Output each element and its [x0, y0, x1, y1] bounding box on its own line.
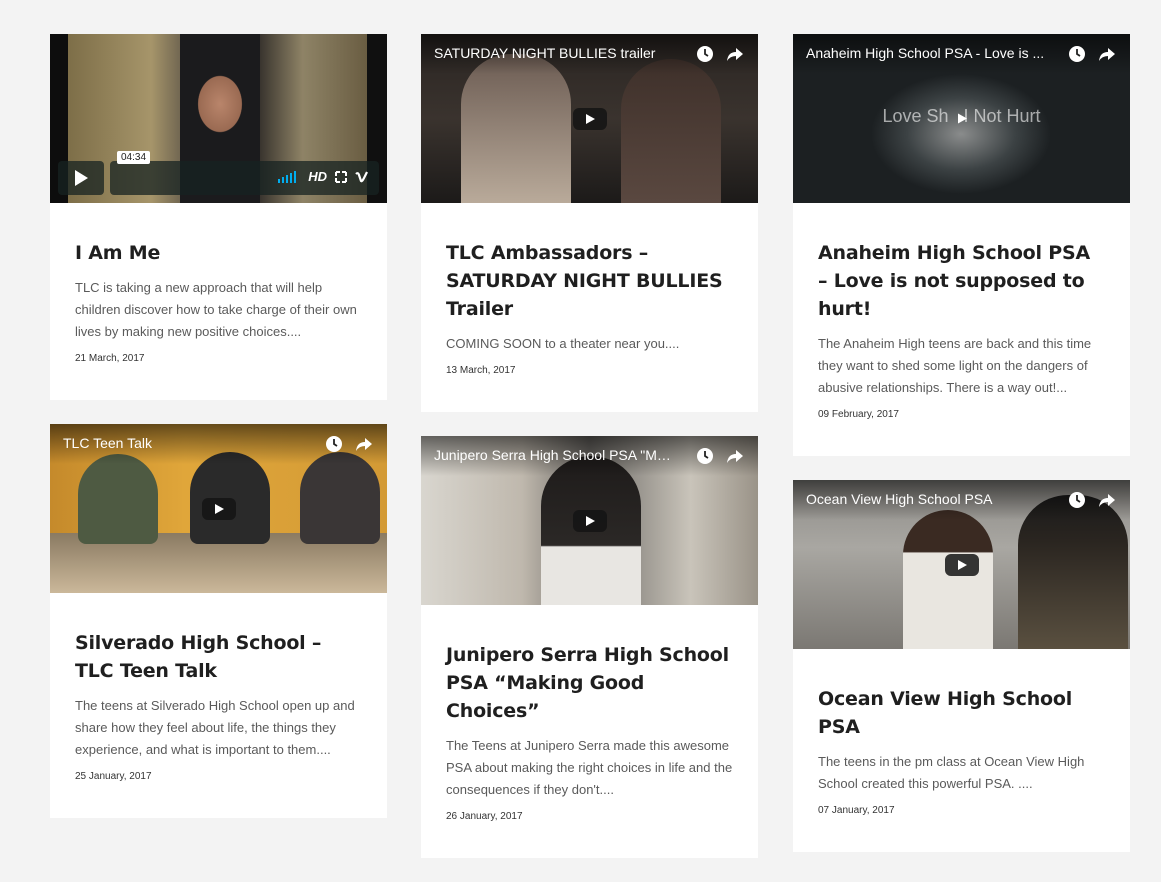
grid-column: HD 04:34 I Am Me TLC is taking a new app… [50, 34, 387, 842]
play-button[interactable] [957, 109, 967, 128]
post-excerpt: The teens at Silverado High School open … [75, 698, 355, 757]
post-body: Ocean View High School PSA The teens in … [793, 649, 1130, 852]
clock-icon[interactable] [325, 435, 343, 453]
youtube-video-player[interactable]: Love Sh I Not Hurt Anaheim High School P… [793, 34, 1130, 203]
post-excerpt: TLC is taking a new approach that will h… [75, 280, 357, 339]
clock-icon[interactable] [696, 45, 714, 63]
post-card: Junipero Serra High School PSA "Ma... Ju… [421, 436, 758, 858]
post-date: 09 February, 2017 [818, 409, 899, 420]
post-date: 07 January, 2017 [818, 805, 895, 816]
post-body: Anaheim High School PSA – Love is not su… [793, 203, 1130, 456]
video-thumbnail [461, 54, 571, 203]
video-thumbnail [903, 510, 993, 649]
share-icon[interactable] [726, 45, 744, 63]
post-title[interactable]: Anaheim High School PSA – Love is not su… [818, 239, 1105, 323]
volume-icon[interactable] [278, 170, 300, 183]
play-icon [585, 113, 595, 124]
post-excerpt: The Anaheim High teens are back and this… [818, 336, 1092, 395]
clock-icon[interactable] [1068, 491, 1086, 509]
play-button[interactable] [572, 509, 607, 532]
post-body: Junipero Serra High School PSA “Making G… [421, 605, 758, 858]
play-icon [585, 515, 595, 526]
vimeo-logo-icon[interactable] [355, 171, 369, 183]
video-thumbnail [78, 454, 158, 544]
clock-icon[interactable] [1068, 45, 1086, 63]
play-icon [75, 170, 88, 186]
post-card: SATURDAY NIGHT BULLIES trailer TLC Ambas… [421, 34, 758, 412]
post-excerpt: The teens in the pm class at Ocean View … [818, 754, 1085, 791]
post-title[interactable]: TLC Ambassadors – SATURDAY NIGHT BULLIES… [446, 239, 733, 323]
video-title[interactable]: Anaheim High School PSA - Love is ... [806, 45, 1046, 61]
video-title[interactable]: Junipero Serra High School PSA "Ma... [434, 447, 674, 463]
play-button[interactable] [944, 553, 979, 576]
video-title[interactable]: SATURDAY NIGHT BULLIES trailer [434, 45, 674, 61]
post-card: HD 04:34 I Am Me TLC is taking a new app… [50, 34, 387, 400]
post-body: I Am Me TLC is taking a new approach tha… [50, 203, 387, 400]
share-icon[interactable] [355, 435, 373, 453]
post-title[interactable]: I Am Me [75, 239, 362, 267]
grid-column: Love Sh I Not Hurt Anaheim High School P… [793, 34, 1130, 876]
video-actions [325, 435, 373, 453]
post-title[interactable]: Silverado High School – TLC Teen Talk [75, 629, 362, 685]
vimeo-controls: HD [278, 169, 369, 184]
youtube-video-player[interactable]: Ocean View High School PSA [793, 480, 1130, 649]
fullscreen-icon[interactable] [335, 170, 347, 183]
clock-icon[interactable] [696, 447, 714, 465]
post-title[interactable]: Ocean View High School PSA [818, 685, 1105, 741]
video-timestamp: 04:34 [117, 151, 151, 164]
post-body: Silverado High School – TLC Teen Talk Th… [50, 593, 387, 818]
progress-track[interactable]: HD [110, 161, 379, 195]
post-body: TLC Ambassadors – SATURDAY NIGHT BULLIES… [421, 203, 758, 412]
video-actions [1068, 491, 1116, 509]
post-title[interactable]: Junipero Serra High School PSA “Making G… [446, 641, 733, 725]
post-excerpt: COMING SOON to a theater near you.... [446, 336, 680, 351]
play-button[interactable] [572, 107, 607, 130]
video-title[interactable]: Ocean View High School PSA [806, 491, 1046, 507]
play-icon [957, 113, 967, 124]
hd-badge[interactable]: HD [308, 169, 327, 184]
play-icon [214, 503, 224, 514]
youtube-video-player[interactable]: SATURDAY NIGHT BULLIES trailer [421, 34, 758, 203]
video-thumbnail [300, 452, 380, 544]
post-card: Love Sh I Not Hurt Anaheim High School P… [793, 34, 1130, 456]
post-date: 21 March, 2017 [75, 353, 145, 364]
grid-column: SATURDAY NIGHT BULLIES trailer TLC Ambas… [421, 34, 758, 882]
vimeo-control-bar: HD 04:34 [58, 151, 379, 195]
post-grid: HD 04:34 I Am Me TLC is taking a new app… [0, 0, 1161, 858]
video-actions [696, 447, 744, 465]
video-title[interactable]: TLC Teen Talk [63, 435, 303, 451]
play-button[interactable] [58, 161, 104, 195]
post-date: 25 January, 2017 [75, 771, 152, 782]
youtube-video-player[interactable]: Junipero Serra High School PSA "Ma... [421, 436, 758, 605]
vimeo-video-player[interactable]: HD 04:34 [50, 34, 387, 203]
post-date: 13 March, 2017 [446, 365, 516, 376]
play-button[interactable] [201, 497, 236, 520]
share-icon[interactable] [1098, 491, 1116, 509]
share-icon[interactable] [726, 447, 744, 465]
youtube-video-player[interactable]: TLC Teen Talk [50, 424, 387, 593]
post-date: 26 January, 2017 [446, 811, 523, 822]
play-icon [957, 559, 967, 570]
video-thumbnail [621, 59, 721, 203]
post-excerpt: The Teens at Junipero Serra made this aw… [446, 738, 733, 797]
video-actions [1068, 45, 1116, 63]
share-icon[interactable] [1098, 45, 1116, 63]
post-card: TLC Teen Talk Silverado High School – TL… [50, 424, 387, 818]
video-actions [696, 45, 744, 63]
post-card: Ocean View High School PSA Ocean View Hi… [793, 480, 1130, 852]
